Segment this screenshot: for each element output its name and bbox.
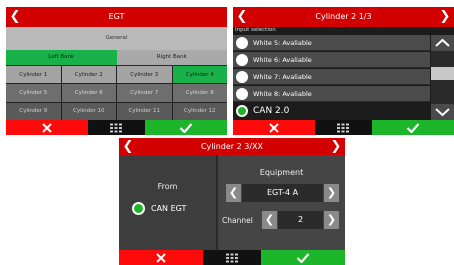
chevron-up-icon: [435, 38, 450, 47]
list-item[interactable]: White 6: Avaliable: [233, 52, 430, 68]
cylinder-button[interactable]: Cylinder 8: [172, 84, 227, 102]
confirm-button[interactable]: [372, 120, 454, 135]
cylinder-grid: Cylinder 1 Cylinder 2 Cylinder 3 Cylinde…: [6, 66, 227, 120]
cylinder-button[interactable]: Cylinder 11: [117, 102, 172, 120]
menu-button[interactable]: [314, 120, 373, 135]
list-item-label: White 6: Avaliable: [253, 56, 312, 64]
cylinder-button[interactable]: Cylinder 7: [117, 84, 172, 102]
radio-selected-icon: [236, 105, 248, 117]
list-item[interactable]: White 7: Avaliable: [233, 69, 430, 85]
cylinder-button[interactable]: Cylinder 3: [117, 66, 172, 84]
chevron-left-icon[interactable]: ❮: [8, 7, 22, 27]
from-panel: From CAN EGT: [119, 155, 216, 250]
scroll-up-button[interactable]: [431, 35, 454, 51]
list-item-label: White 8: Avaliable: [253, 90, 312, 98]
scrollbar[interactable]: [431, 35, 454, 120]
list-item-label: CAN 2.0: [253, 106, 290, 116]
section-general: General: [6, 27, 227, 50]
radio-icon: [236, 71, 248, 83]
from-value[interactable]: CAN EGT: [151, 204, 186, 213]
channel-prev-button[interactable]: ❮: [262, 211, 277, 229]
equipment-prev-button[interactable]: ❮: [226, 184, 241, 202]
input-selection-caption: Input selection: [235, 27, 276, 33]
equipment-screen: ❮ Cylinder 2 3/XX ❯ From CAN EGT Equipme…: [119, 138, 345, 265]
channel-value: 2: [278, 211, 323, 229]
screen-title: Cylinder 2 3/XX: [200, 142, 264, 151]
input-list: White 5: Avaliable White 6: Avaliable Wh…: [233, 35, 430, 120]
cancel-button[interactable]: [6, 120, 88, 135]
cancel-button[interactable]: [233, 120, 315, 135]
input-selection-screen: ❮ Cylinder 2 1/3 ❯ Input selection White…: [233, 7, 454, 135]
chevron-right-icon: ❯: [326, 213, 337, 226]
title-bar: ❮ EGT: [6, 7, 227, 27]
screen-title: EGT: [108, 12, 125, 21]
check-icon: [406, 122, 420, 133]
cylinder-button[interactable]: Cylinder 12: [172, 102, 227, 120]
channel-label: Channel: [222, 216, 253, 225]
cylinder-button[interactable]: Cylinder 1: [6, 66, 61, 84]
confirm-button[interactable]: [261, 250, 345, 265]
channel-selector: ❮ 2 ❯: [262, 211, 339, 229]
list-item[interactable]: White 8: Avaliable: [233, 86, 430, 102]
equipment-panel: Equipment ❮ EGT-4 A ❯ Channel ❮ 2 ❯: [218, 155, 345, 250]
cylinder-button[interactable]: Cylinder 6: [61, 84, 116, 102]
radio-icon: [236, 88, 248, 100]
chevron-right-icon: ❯: [326, 186, 337, 199]
chevron-right-icon[interactable]: ❯: [329, 138, 343, 155]
list-item-label: White 5: Avaliable: [253, 39, 312, 47]
check-icon: [179, 122, 193, 133]
equipment-next-button[interactable]: ❯: [324, 184, 339, 202]
list-item-label: White 7: Avaliable: [253, 73, 312, 81]
x-icon: [156, 252, 166, 263]
menu-button[interactable]: [87, 120, 146, 135]
chevron-left-icon[interactable]: ❮: [235, 7, 249, 27]
screen-title: Cylinder 2 1/3: [315, 12, 372, 21]
x-icon: [42, 122, 52, 133]
tab-right-bank[interactable]: Right Bank: [116, 50, 227, 65]
grid-menu-icon: [337, 123, 350, 132]
cylinder-button[interactable]: Cylinder 2: [61, 66, 116, 84]
cylinder-button[interactable]: Cylinder 5: [6, 84, 61, 102]
x-icon: [269, 122, 279, 133]
title-bar: ❮ Cylinder 2 3/XX ❯: [119, 138, 345, 155]
chevron-right-icon[interactable]: ❯: [438, 7, 452, 27]
chevron-left-icon: ❮: [228, 186, 239, 199]
radio-selected-icon[interactable]: [132, 202, 145, 215]
scroll-thumb[interactable]: [431, 67, 454, 80]
confirm-button[interactable]: [145, 120, 227, 135]
equipment-value: EGT-4 A: [242, 184, 323, 202]
title-bar: ❮ Cylinder 2 1/3 ❯: [233, 7, 454, 27]
footer-bar: [233, 120, 454, 135]
radio-icon: [236, 37, 248, 49]
cylinder-button[interactable]: Cylinder 10: [61, 102, 116, 120]
channel-next-button[interactable]: ❯: [324, 211, 339, 229]
check-icon: [296, 252, 310, 263]
cylinder-button[interactable]: Cylinder 9: [6, 102, 61, 120]
footer-bar: [6, 120, 227, 135]
equipment-label: Equipment: [259, 168, 304, 177]
chevron-left-icon: ❮: [264, 213, 275, 226]
grid-menu-icon: [110, 123, 123, 132]
footer-bar: [119, 250, 345, 265]
chevron-down-icon: [435, 108, 450, 117]
tab-left-bank[interactable]: Left Bank: [6, 50, 117, 65]
egt-screen: ❮ EGT General Left Bank Right Bank Cylin…: [6, 7, 227, 135]
radio-icon: [236, 54, 248, 66]
menu-button[interactable]: [202, 250, 262, 265]
scroll-down-button[interactable]: [431, 104, 454, 120]
list-item[interactable]: White 5: Avaliable: [233, 35, 430, 51]
equipment-selector: ❮ EGT-4 A ❯: [226, 184, 339, 202]
cylinder-button-selected[interactable]: Cylinder 4: [172, 66, 227, 84]
list-item-selected[interactable]: CAN 2.0: [233, 103, 430, 119]
from-label: From: [157, 182, 178, 191]
grid-menu-icon: [225, 253, 238, 262]
chevron-left-icon[interactable]: ❮: [121, 138, 135, 155]
cancel-button[interactable]: [119, 250, 203, 265]
